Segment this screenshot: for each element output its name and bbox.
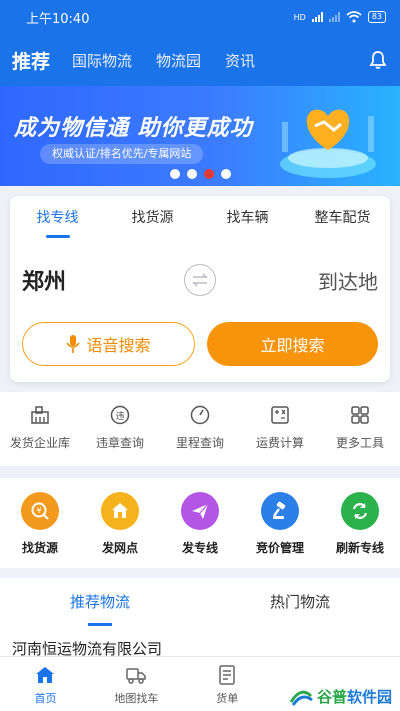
calculator-icon	[271, 406, 289, 424]
feature-label: 发网点	[101, 541, 138, 555]
promo-banner[interactable]: 成为物信通 助你更成功 权威认证/排名优先/专属网站	[0, 86, 400, 186]
site-watermark: 谷普软件园	[288, 685, 392, 707]
nav-tab-news[interactable]: 资讯	[225, 50, 255, 71]
feature-post-line[interactable]: 发专线	[160, 478, 240, 568]
tool-label: 运费计算	[255, 436, 304, 450]
status-bar: 上午10:40 HD 83	[0, 0, 400, 34]
destination-field[interactable]: 到达地	[216, 266, 378, 295]
signal-2-icon	[328, 12, 340, 22]
bottom-nav-waybill[interactable]: 货单	[182, 657, 273, 711]
wifi-icon	[346, 11, 362, 23]
banner-subtitle: 权威认证/排名优先/专属网站	[40, 144, 204, 164]
carousel-dots	[170, 169, 231, 179]
nav-tab-recommend[interactable]: 推荐	[12, 47, 50, 74]
search-card: 找专线 找货源 找车辆 整车配货 郑州 到达地 语音搜索 立即搜索	[10, 196, 390, 382]
bottom-nav-label: 地图找车	[114, 692, 159, 705]
search-tabs: 找专线 找货源 找车辆 整车配货	[10, 196, 390, 238]
feature-label: 刷新专线	[335, 541, 384, 555]
watermark-logo-icon	[289, 690, 313, 706]
company-list-item[interactable]: 河南恒运物流有限公司	[0, 624, 400, 659]
banner-headline: 成为物信通 助你更成功	[14, 116, 253, 141]
search-buttons: 语音搜索 立即搜索	[10, 322, 390, 366]
bottom-nav-label: 首页	[34, 692, 57, 705]
hd-label: HD	[293, 12, 306, 22]
bottom-nav-label: 货单	[216, 692, 239, 705]
swap-icon[interactable]	[184, 264, 216, 296]
yuan-search-icon: ¥	[21, 492, 59, 530]
battery-icon: 83	[367, 11, 386, 23]
bottom-nav-home[interactable]: 首页	[0, 657, 91, 711]
tool-label: 里程查询	[175, 436, 224, 450]
tool-label: 发货企业库	[9, 436, 70, 450]
home-icon	[36, 667, 55, 683]
nav-tab-international[interactable]: 国际物流	[72, 50, 132, 71]
nav-tab-logistics-park[interactable]: 物流园	[156, 50, 201, 71]
carousel-dot[interactable]	[221, 169, 231, 179]
tool-label: 违章查询	[95, 436, 144, 450]
feature-label: 发专线	[181, 541, 218, 555]
bell-icon[interactable]	[368, 50, 388, 70]
tool-violation-check[interactable]: 违 违章查询	[80, 392, 160, 466]
feature-label: 竞价管理	[255, 541, 304, 555]
tool-label: 更多工具	[335, 436, 384, 450]
handshake-heart-icon	[280, 109, 376, 178]
feature-refresh-line[interactable]: 刷新专线	[320, 478, 400, 568]
carousel-dot[interactable]	[187, 169, 197, 179]
tab-find-vehicle[interactable]: 找车辆	[200, 207, 295, 227]
signal-icon	[311, 12, 323, 22]
origin-field[interactable]: 郑州	[22, 264, 184, 296]
top-nav: 推荐 国际物流 物流园 资讯	[0, 34, 400, 86]
recommend-tabs: 推荐物流 热门物流	[0, 578, 400, 626]
grid-icon	[351, 406, 369, 424]
tool-more[interactable]: 更多工具	[320, 392, 400, 466]
refresh-icon	[341, 492, 379, 530]
status-time: 上午10:40	[26, 11, 90, 27]
document-icon	[219, 665, 236, 685]
tab-full-load[interactable]: 整车配货	[295, 207, 390, 227]
tab-find-line[interactable]: 找专线	[10, 207, 105, 238]
tool-mileage-check[interactable]: 里程查询	[160, 392, 240, 466]
recommend-section: 推荐物流 热门物流 河南恒运物流有限公司	[0, 578, 400, 662]
carousel-dot[interactable]	[170, 169, 180, 179]
feature-find-cargo[interactable]: ¥ 找货源	[0, 478, 80, 568]
feature-bid-management[interactable]: 竞价管理	[240, 478, 320, 568]
tools-row: 发货企业库 违 违章查询 里程查询 运费计算 更多工具	[0, 392, 400, 466]
paper-plane-icon	[181, 492, 219, 530]
violation-icon: 违	[110, 405, 130, 425]
features-row: ¥ 找货源 发网点 发专线 竞价管理 刷新专线	[0, 478, 400, 568]
status-icons: HD 83	[294, 11, 386, 23]
truck-icon	[126, 668, 147, 684]
tab-find-cargo[interactable]: 找货源	[105, 207, 200, 227]
gavel-icon	[261, 492, 299, 530]
search-now-label: 立即搜索	[260, 336, 325, 355]
mileage-icon	[190, 405, 210, 425]
svg-text:违: 违	[115, 411, 124, 422]
voice-search-label: 语音搜索	[86, 336, 151, 355]
tool-shipper-directory[interactable]: 发货企业库	[0, 392, 80, 466]
warehouse-icon	[31, 406, 49, 424]
tool-freight-calculator[interactable]: 运费计算	[240, 392, 320, 466]
tab-popular-logistics[interactable]: 热门物流	[200, 591, 400, 612]
feature-post-outlet[interactable]: 发网点	[80, 478, 160, 568]
bottom-nav-map-find-truck[interactable]: 地图找车	[91, 657, 182, 711]
feature-label: 找货源	[21, 541, 58, 555]
watermark-text: 谷普软件园	[316, 687, 392, 706]
top-bar: 上午10:40 HD 83 推荐 国际物流 物流园 资讯	[0, 0, 400, 86]
search-now-button[interactable]: 立即搜索	[207, 322, 378, 366]
route-row: 郑州 到达地	[10, 238, 390, 322]
carousel-dot-active[interactable]	[204, 169, 214, 179]
svg-text:¥: ¥	[36, 506, 41, 515]
microphone-icon	[66, 335, 81, 353]
home-icon	[101, 492, 139, 530]
voice-search-button[interactable]: 语音搜索	[22, 322, 195, 366]
tab-recommended-logistics[interactable]: 推荐物流	[0, 591, 200, 626]
